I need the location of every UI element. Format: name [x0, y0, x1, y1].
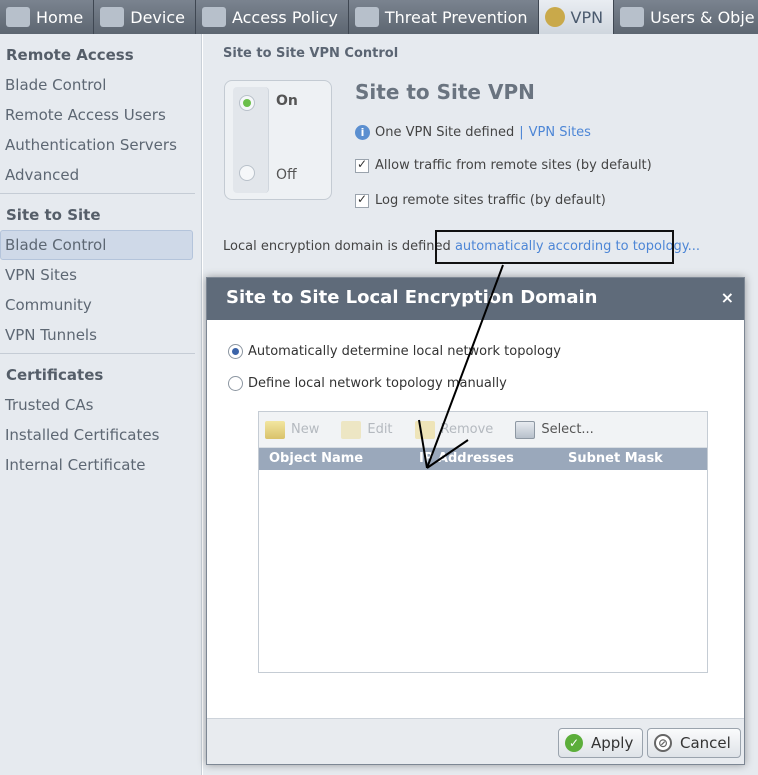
encryption-domain-dialog: Site to Site Local Encryption Domain × A…	[206, 277, 745, 765]
dialog-title: Site to Site Local Encryption Domain	[226, 287, 598, 308]
sidebar-item-internal-certificate[interactable]: Internal Certificate	[0, 450, 193, 480]
select-icon	[515, 420, 536, 439]
allow-traffic-checkbox[interactable]	[355, 157, 369, 173]
close-icon[interactable]: ×	[721, 278, 734, 318]
toggle-off-radio[interactable]	[239, 165, 255, 181]
dialog-footer: ✓ Apply ⊘ Cancel	[207, 718, 744, 764]
sidebar-section-remote-access: Remote Access	[6, 46, 134, 64]
log-traffic-label: Log remote sites traffic (by default)	[375, 193, 606, 208]
tab-device[interactable]: Device	[94, 0, 196, 34]
log-traffic-checkbox[interactable]	[355, 192, 369, 208]
vpn-icon	[544, 7, 565, 27]
tab-home[interactable]: Home	[0, 0, 95, 34]
select-button[interactable]: Select...	[515, 420, 594, 439]
table-toolbar: New Edit Remove Select...	[259, 412, 707, 448]
topology-table: New Edit Remove Select... Object Name IP…	[258, 411, 708, 673]
tab-vpn[interactable]: VPN	[538, 0, 615, 34]
users-icon	[620, 7, 645, 27]
sidebar-item-installed-certificates[interactable]: Installed Certificates	[0, 420, 193, 450]
column-subnet-mask[interactable]: Subnet Mask	[558, 448, 707, 470]
cancel-icon: ⊘	[654, 734, 672, 752]
sidebar-item-s2s-blade-control[interactable]: Blade Control	[0, 230, 193, 260]
apply-button[interactable]: ✓ Apply	[558, 728, 644, 758]
sidebar-item-trusted-cas[interactable]: Trusted CAs	[0, 390, 193, 420]
info-icon: i	[355, 125, 370, 140]
sidebar-item-community[interactable]: Community	[0, 290, 193, 320]
section-title: Site to Site VPN Control	[223, 46, 399, 61]
column-object-name[interactable]: Object Name	[259, 448, 409, 470]
separator: |	[519, 125, 524, 140]
pencil-icon	[341, 420, 362, 439]
allow-traffic-row: Allow traffic from remote sites (by defa…	[355, 157, 652, 173]
sidebar-item-advanced[interactable]: Advanced	[0, 160, 193, 190]
sidebar-section-certificates: Certificates	[6, 366, 104, 384]
sidebar-item-remote-access-users[interactable]: Remote Access Users	[0, 100, 193, 130]
toggle-on-label: On	[276, 93, 298, 109]
auto-topology-label: Automatically determine local network to…	[248, 344, 561, 359]
remove-icon	[414, 420, 435, 439]
vpn-on-off-toggle[interactable]: On Off	[224, 80, 332, 200]
log-traffic-row: Log remote sites traffic (by default)	[355, 192, 606, 208]
sidebar-section-site-to-site: Site to Site	[6, 206, 101, 224]
toggle-off-label: Off	[276, 167, 297, 183]
sidebar: Remote Access Blade Control Remote Acces…	[0, 34, 202, 775]
cancel-button[interactable]: ⊘ Cancel	[647, 728, 741, 758]
dialog-header: Site to Site Local Encryption Domain ×	[207, 278, 744, 320]
vpn-sites-link[interactable]: VPN Sites	[529, 125, 591, 140]
sidebar-item-vpn-sites[interactable]: VPN Sites	[0, 260, 193, 290]
sidebar-item-authentication-servers[interactable]: Authentication Servers	[0, 130, 193, 160]
table-body	[259, 470, 707, 672]
manual-topology-radio[interactable]	[228, 376, 243, 391]
new-icon	[265, 420, 285, 439]
edit-button[interactable]: Edit	[341, 420, 393, 439]
toggle-on-radio[interactable]	[239, 95, 255, 111]
sidebar-item-ra-blade-control[interactable]: Blade Control	[0, 70, 193, 100]
top-tab-bar: Home Device Access Policy Threat Prevent…	[0, 0, 758, 34]
manual-topology-label: Define local network topology manually	[248, 376, 507, 391]
tab-access-policy[interactable]: Access Policy	[195, 0, 349, 34]
access-policy-icon	[201, 7, 226, 27]
annotation-highlight-box	[435, 230, 674, 264]
tab-users-objects[interactable]: Users & Obje	[614, 0, 758, 34]
sidebar-item-vpn-tunnels[interactable]: VPN Tunnels	[0, 320, 193, 350]
vpn-site-count-text: One VPN Site defined	[375, 125, 515, 140]
check-icon: ✓	[565, 734, 583, 752]
option-auto-row: Automatically determine local network to…	[228, 344, 561, 359]
column-ip-addresses[interactable]: IP Addresses	[409, 448, 558, 470]
shield-icon	[354, 7, 379, 27]
auto-topology-radio[interactable]	[228, 344, 243, 359]
vpn-site-info: i One VPN Site defined | VPN Sites	[355, 125, 591, 140]
option-manual-row: Define local network topology manually	[228, 376, 507, 391]
table-header: Object Name IP Addresses Subnet Mask	[259, 448, 707, 470]
new-button[interactable]: New	[265, 420, 319, 439]
encryption-domain-text: Local encryption domain is defined	[223, 239, 451, 254]
device-icon	[100, 7, 125, 27]
allow-traffic-label: Allow traffic from remote sites (by defa…	[375, 158, 652, 173]
remove-button[interactable]: Remove	[414, 420, 493, 439]
page-title: Site to Site VPN	[355, 80, 535, 104]
home-icon	[6, 7, 30, 27]
tab-threat-prevention[interactable]: Threat Prevention	[348, 0, 539, 34]
